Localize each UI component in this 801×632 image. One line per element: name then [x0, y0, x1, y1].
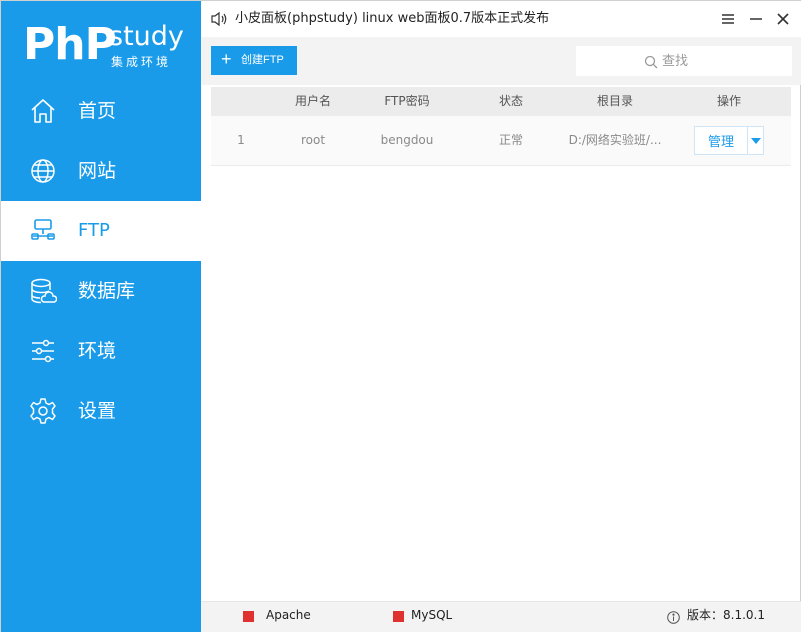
sidebar-item-ftp[interactable]: FTP: [1, 201, 201, 261]
row-password: bengdou: [380, 133, 434, 147]
gear-icon: [29, 397, 57, 425]
row-index: 1: [237, 133, 245, 147]
sidebar-item-label: 设置: [78, 400, 117, 422]
sidebar-nav: 首页 网站 FTP 数据库 环境 设置: [1, 81, 201, 441]
title-bar: 小皮面板(phpstudy) linux web面板0.7版本正式发布: [201, 1, 801, 37]
table-header: 用户名 FTP密码 状态 根目录 操作: [211, 87, 791, 116]
ftp-icon: [29, 217, 57, 245]
manage-split-button: 管理: [694, 126, 764, 155]
sidebar-item-label: FTP: [78, 220, 110, 241]
sidebar-item-label: 网站: [78, 160, 117, 182]
version-label: 版本：8.1.0.1: [687, 608, 765, 622]
minimize-icon[interactable]: [747, 10, 765, 28]
logo-subtitle: 集成环境: [111, 55, 172, 69]
ftp-table: 用户名 FTP密码 状态 根目录 操作 1 root bengdou 正常 D:…: [211, 87, 791, 166]
sidebar: PhP study 集成环境 首页 网站 FTP 数据库 环境 设置: [1, 1, 201, 632]
header-status: 状态: [498, 94, 523, 108]
caret-down-icon[interactable]: [748, 127, 764, 154]
sidebar-item-label: 环境: [78, 340, 117, 362]
header-ftp-password: FTP密码: [384, 94, 430, 108]
manage-button[interactable]: 管理: [695, 127, 747, 154]
announcement-link[interactable]: 小皮面板(phpstudy) linux web面板0.7版本正式发布: [235, 11, 549, 27]
sliders-icon: [29, 337, 57, 365]
logo-php: PhP: [23, 19, 117, 70]
sidebar-item-environment[interactable]: 环境: [1, 321, 201, 381]
sidebar-item-label: 首页: [78, 100, 117, 122]
home-icon: [29, 97, 57, 125]
logo-study: study: [109, 21, 184, 52]
header-username: 用户名: [294, 94, 331, 108]
create-ftp-button[interactable]: + 创建FTP: [211, 46, 297, 75]
row-root-dir: D:/网络实验班/...: [568, 133, 662, 147]
sidebar-item-website[interactable]: 网站: [1, 141, 201, 201]
app-window: PhP study 集成环境 首页 网站 FTP 数据库 环境 设置 小皮面板(…: [0, 0, 801, 632]
sidebar-item-settings[interactable]: 设置: [1, 381, 201, 441]
row-status: 正常: [498, 133, 523, 147]
header-actions: 操作: [716, 94, 741, 108]
search-icon: [644, 54, 658, 69]
sidebar-item-database[interactable]: 数据库: [1, 261, 201, 321]
status-bar: Apache MySQL 版本：8.1.0.1: [201, 601, 801, 632]
row-username: root: [300, 133, 326, 147]
speaker-icon: [211, 11, 229, 27]
create-ftp-label: 创建FTP: [241, 54, 284, 66]
plus-icon: +: [221, 49, 232, 69]
mysql-status-indicator: [393, 611, 404, 622]
globe-icon: [29, 157, 57, 185]
table-row: 1 root bengdou 正常 D:/网络实验班/... 管理: [211, 116, 791, 166]
header-root-dir: 根目录: [596, 94, 633, 108]
search-box: [576, 46, 792, 76]
toolbar: + 创建FTP: [201, 37, 801, 85]
apache-status-indicator: [243, 611, 254, 622]
search-input[interactable]: [662, 52, 772, 70]
mysql-service-label[interactable]: MySQL: [411, 608, 452, 623]
close-icon[interactable]: [774, 10, 792, 28]
apache-service-label[interactable]: Apache: [266, 608, 311, 623]
info-icon: [667, 609, 680, 624]
sidebar-item-label: 数据库: [78, 280, 136, 302]
database-icon: [29, 277, 57, 305]
logo: PhP study 集成环境: [23, 19, 193, 79]
sidebar-item-home[interactable]: 首页: [1, 81, 201, 141]
menu-icon[interactable]: [719, 10, 737, 28]
